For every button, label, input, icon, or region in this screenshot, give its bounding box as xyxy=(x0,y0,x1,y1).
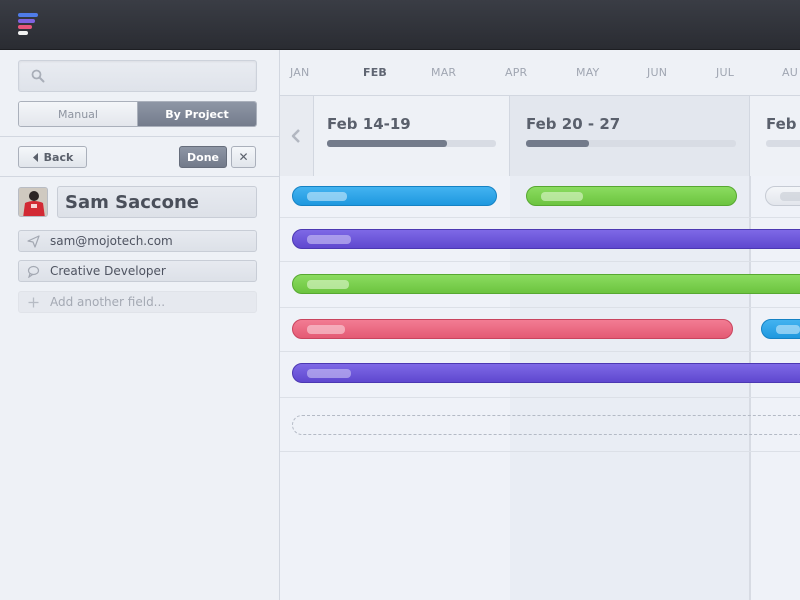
close-button[interactable]: ✕ xyxy=(231,146,256,168)
month-bar: JAN FEB MAR APR MAY JUN JUL AU xyxy=(280,50,800,96)
project-bar[interactable] xyxy=(292,363,800,383)
month-may[interactable]: MAY xyxy=(576,66,599,79)
month-jun[interactable]: JUN xyxy=(647,66,667,79)
app-logo-icon[interactable] xyxy=(18,13,40,35)
speech-bubble-icon xyxy=(27,265,40,278)
add-field-button[interactable]: Add another field... xyxy=(18,291,257,313)
month-jan[interactable]: JAN xyxy=(290,66,309,79)
week-column-header[interactable]: Feb xyxy=(750,96,800,176)
avatar-image xyxy=(19,188,47,216)
week-progress-track xyxy=(327,140,496,147)
month-aug[interactable]: AU xyxy=(782,66,798,79)
project-bar[interactable] xyxy=(765,186,800,206)
month-mar[interactable]: MAR xyxy=(431,66,456,79)
week-progress-fill xyxy=(526,140,589,147)
project-label-blurred xyxy=(307,369,351,378)
done-button[interactable]: Done xyxy=(179,146,227,168)
divider xyxy=(0,136,280,137)
previous-week-button[interactable] xyxy=(280,96,314,176)
back-label: Back xyxy=(43,150,74,164)
week-label: Feb 14-19 xyxy=(327,115,411,133)
timeline: JAN FEB MAR APR MAY JUN JUL AU Feb 14-19… xyxy=(280,50,800,600)
back-button[interactable]: Back xyxy=(18,146,87,168)
row-divider xyxy=(280,261,800,262)
project-bar[interactable] xyxy=(292,186,497,206)
add-project-slot[interactable] xyxy=(292,415,800,435)
week-progress-track xyxy=(526,140,736,147)
send-icon xyxy=(27,235,40,248)
month-feb[interactable]: FEB xyxy=(363,66,387,79)
row-divider xyxy=(280,217,800,218)
week-header: Feb 14-19 Feb 20 - 27 Feb xyxy=(280,96,800,176)
view-mode-toggle: Manual By Project xyxy=(18,101,257,127)
name-field[interactable]: Sam Saccone xyxy=(57,186,257,218)
project-label-blurred xyxy=(776,325,800,334)
chevron-left-icon xyxy=(32,152,38,162)
week-column-header[interactable]: Feb 14-19 xyxy=(314,96,510,176)
row-divider xyxy=(280,307,800,308)
month-jul[interactable]: JUL xyxy=(716,66,734,79)
avatar xyxy=(18,187,48,217)
project-bar[interactable] xyxy=(761,319,800,339)
manual-tab[interactable]: Manual xyxy=(19,102,138,126)
project-bar[interactable] xyxy=(292,274,800,294)
search-icon xyxy=(31,69,45,83)
add-field-label: Add another field... xyxy=(50,295,166,309)
chevron-left-icon xyxy=(291,129,300,143)
plus-icon xyxy=(28,297,39,308)
project-label-blurred xyxy=(780,192,800,201)
week-progress-track xyxy=(766,140,800,147)
email-value: sam@mojotech.com xyxy=(50,234,173,248)
project-bar[interactable] xyxy=(292,319,733,339)
project-label-blurred xyxy=(307,280,349,289)
top-bar xyxy=(0,0,800,50)
project-bar[interactable] xyxy=(292,229,800,249)
search-input[interactable] xyxy=(19,61,256,91)
week-progress-fill xyxy=(327,140,447,147)
project-label-blurred xyxy=(307,192,347,201)
project-bar[interactable] xyxy=(526,186,737,206)
project-label-blurred xyxy=(307,325,345,334)
week-label: Feb xyxy=(766,115,797,133)
week-label: Feb 20 - 27 xyxy=(526,115,621,133)
row-divider xyxy=(280,397,800,398)
project-label-blurred xyxy=(307,235,351,244)
sidebar: Manual By Project Back Done ✕ Sam Saccon… xyxy=(0,50,280,600)
divider xyxy=(0,176,280,177)
title-field[interactable]: Creative Developer xyxy=(18,260,257,282)
by-project-tab[interactable]: By Project xyxy=(138,102,256,126)
week-column-header[interactable]: Feb 20 - 27 xyxy=(510,96,750,176)
row-divider xyxy=(280,451,800,452)
title-value: Creative Developer xyxy=(50,264,166,278)
search-box[interactable] xyxy=(18,60,257,92)
project-label-blurred xyxy=(541,192,583,201)
row-divider xyxy=(280,351,800,352)
email-field[interactable]: sam@mojotech.com xyxy=(18,230,257,252)
month-apr[interactable]: APR xyxy=(505,66,527,79)
